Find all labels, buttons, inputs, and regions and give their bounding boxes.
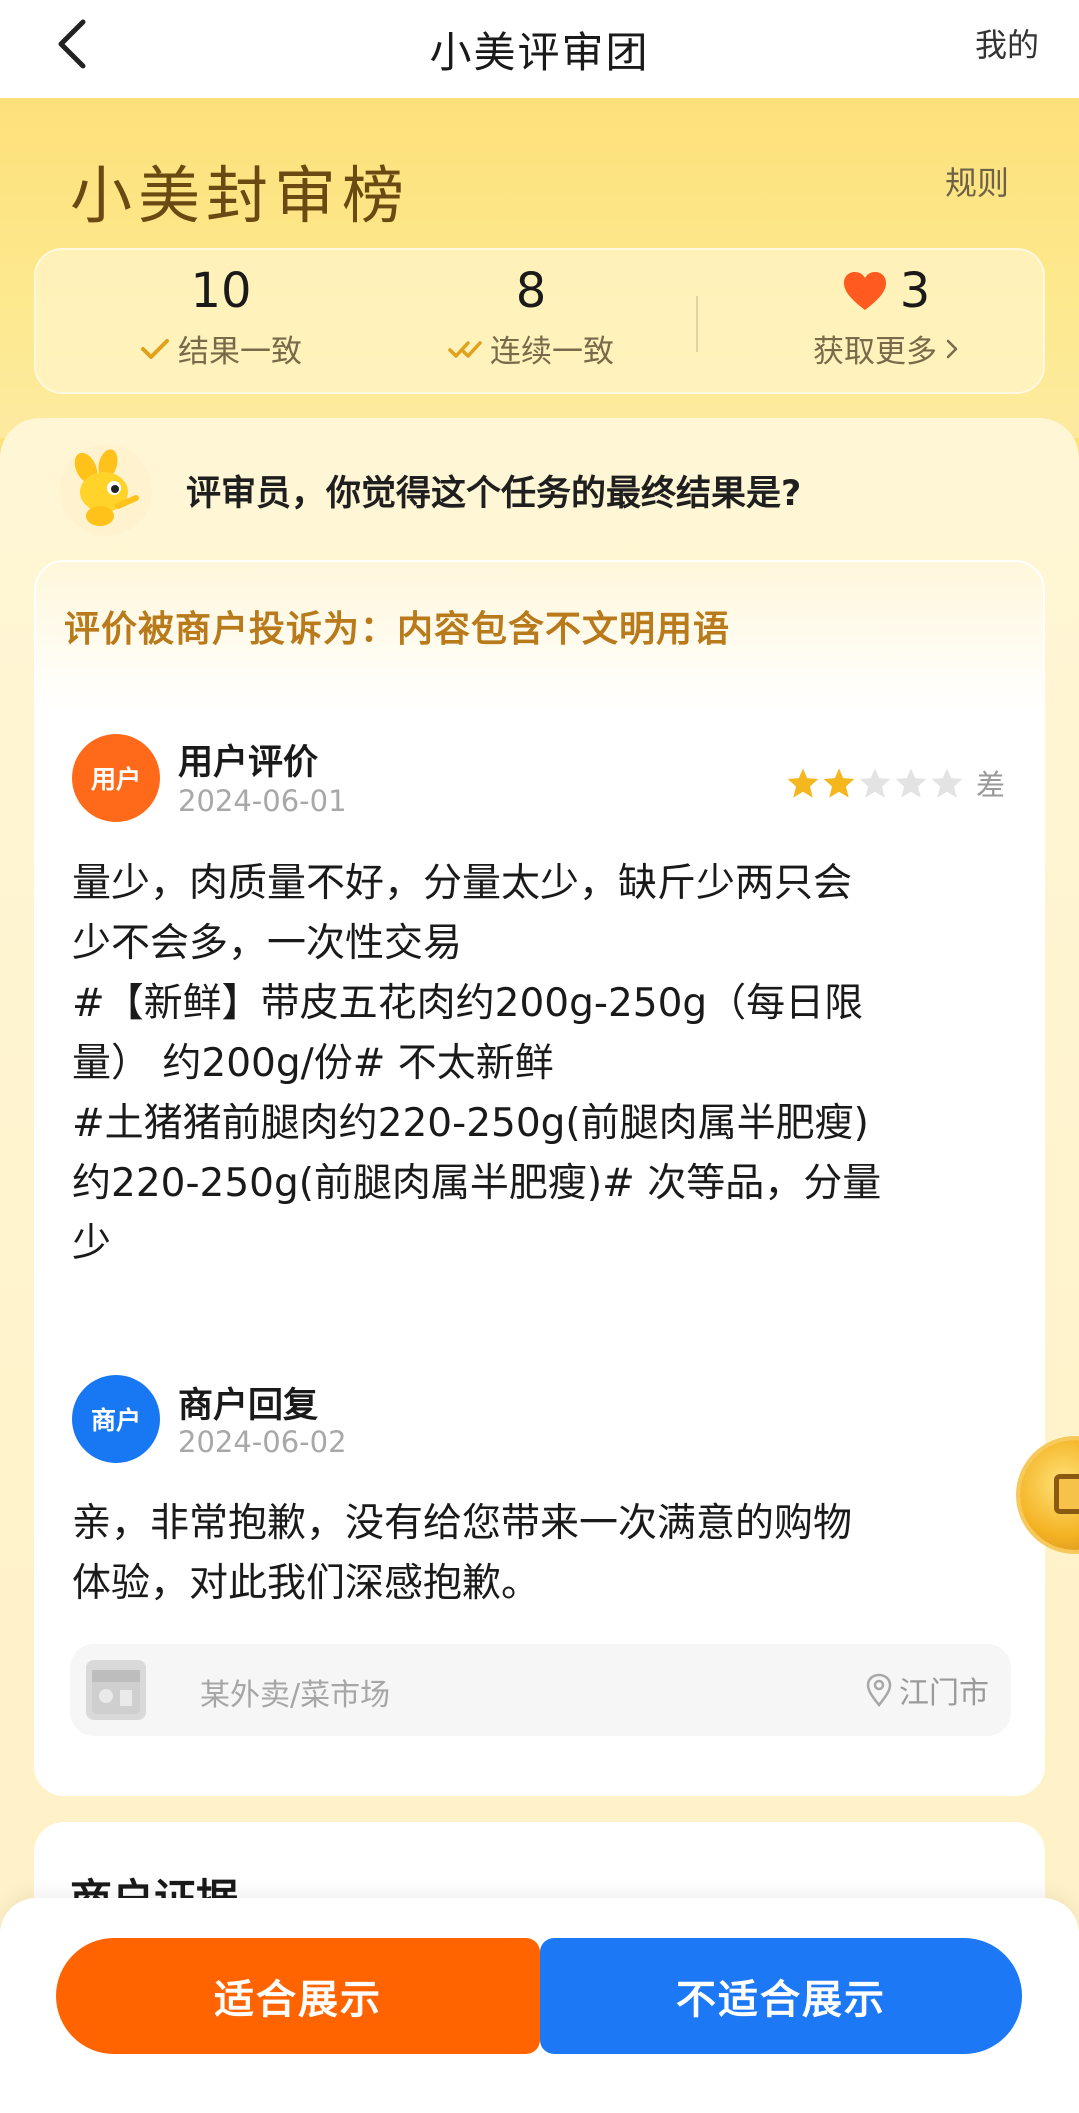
merchant-reply-text: 亲，非常抱歉，没有给您带来一次满意的购物 体验，对此我们深感抱歉。 (72, 1494, 852, 1614)
merchant-avatar: 商户 (72, 1375, 160, 1463)
reply-line: 亲，非常抱歉，没有给您带来一次满意的购物 (72, 1501, 853, 1546)
heart-icon (843, 272, 886, 310)
rules-link[interactable]: 规则 (945, 158, 1009, 204)
get-more-link[interactable]: 获取更多 (756, 326, 1016, 371)
review-line: 量） 约200g/份# 不太新鲜 (72, 1041, 554, 1086)
stat-streak: 8 连续一致 (406, 250, 656, 396)
consistent-count: 10 (190, 263, 252, 319)
streak-count: 8 (515, 263, 547, 319)
star-rating: 差 (786, 762, 1005, 804)
chevron-right-icon (946, 339, 958, 358)
review-line: #【新鲜】带皮五花肉约200g-250g（每日限 (72, 981, 864, 1026)
brand-logo: 小美封审榜 (70, 159, 411, 232)
mascot-icon (60, 444, 152, 536)
shop-info-bar[interactable]: 某外卖/菜市场 江门市 (70, 1644, 1011, 1736)
back-button[interactable] (52, 14, 92, 74)
star-empty-icon (895, 768, 927, 798)
stat-consistent: 10 结果一致 (96, 250, 346, 396)
user-avatar: 用户 (72, 734, 160, 822)
hearts-count: 3 (899, 263, 931, 319)
chevron-left-icon (58, 19, 86, 69)
review-line: 少 (72, 1221, 112, 1266)
merchant-reply-title: 商户回复 (178, 1386, 319, 1426)
nav-bar: 小美评审团 我的 (0, 0, 1079, 98)
question-text: 评审员，你觉得这个任务的最终结果是? (186, 473, 802, 514)
review-line: 量少，肉质量不好，分量太少，缺斤少两只会 (72, 861, 853, 906)
suitable-button[interactable]: 适合展示 (56, 1938, 540, 2054)
review-line: #土猪猪前腿肉约220-250g(前腿肉属半肥瘦) (72, 1101, 869, 1146)
star-icon (787, 768, 819, 798)
star-icon (823, 768, 855, 798)
rating-text: 差 (976, 768, 1006, 802)
double-check-icon (448, 340, 482, 358)
review-card: 评价被商户投诉为：内容包含不文明用语 用户 用户评价 2024-06-01 差 … (34, 560, 1045, 1796)
question-row: 评审员，你觉得这个任务的最终结果是? (60, 440, 1020, 540)
user-review-text: 量少，肉质量不好，分量太少，缺斤少两只会 少不会多，一次性交易 #【新鲜】带皮五… (72, 854, 881, 1274)
consistent-label: 结果一致 (178, 334, 302, 370)
divider (696, 296, 698, 352)
user-review-title: 用户评价 (178, 743, 319, 783)
user-review-date: 2024-06-01 (178, 784, 347, 818)
stats-card: 10 结果一致 8 连续一致 3 获取更多 (34, 248, 1045, 394)
unsuitable-button[interactable]: 不适合展示 (540, 1938, 1022, 2054)
page-title: 小美评审团 (429, 27, 650, 77)
review-line: 约220-250g(前腿肉属半肥瘦)# 次等品，分量 (72, 1161, 882, 1206)
get-more-label: 获取更多 (813, 334, 937, 370)
review-line: 少不会多，一次性交易 (72, 921, 463, 966)
check-icon (141, 338, 169, 359)
star-empty-icon (931, 768, 963, 798)
my-profile-link[interactable]: 我的 (975, 20, 1039, 66)
streak-label: 连续一致 (490, 334, 614, 370)
location-pin-icon (866, 1673, 892, 1707)
shop-location: 江门市 (865, 1668, 989, 1712)
star-empty-icon (859, 768, 891, 798)
bottom-action-bar: 适合展示 不适合展示 (0, 1898, 1079, 2113)
reply-line: 体验，对此我们深感抱歉。 (72, 1561, 541, 1606)
shop-thumbnail-icon (86, 1660, 146, 1720)
complaint-reason: 评价被商户投诉为：内容包含不文明用语 (64, 609, 731, 650)
location-label: 江门市 (899, 1676, 989, 1711)
shop-name: 某外卖/菜市场 (200, 1678, 391, 1713)
stat-hearts[interactable]: 3 获取更多 (756, 250, 1016, 396)
merchant-reply-date: 2024-06-02 (178, 1425, 347, 1459)
